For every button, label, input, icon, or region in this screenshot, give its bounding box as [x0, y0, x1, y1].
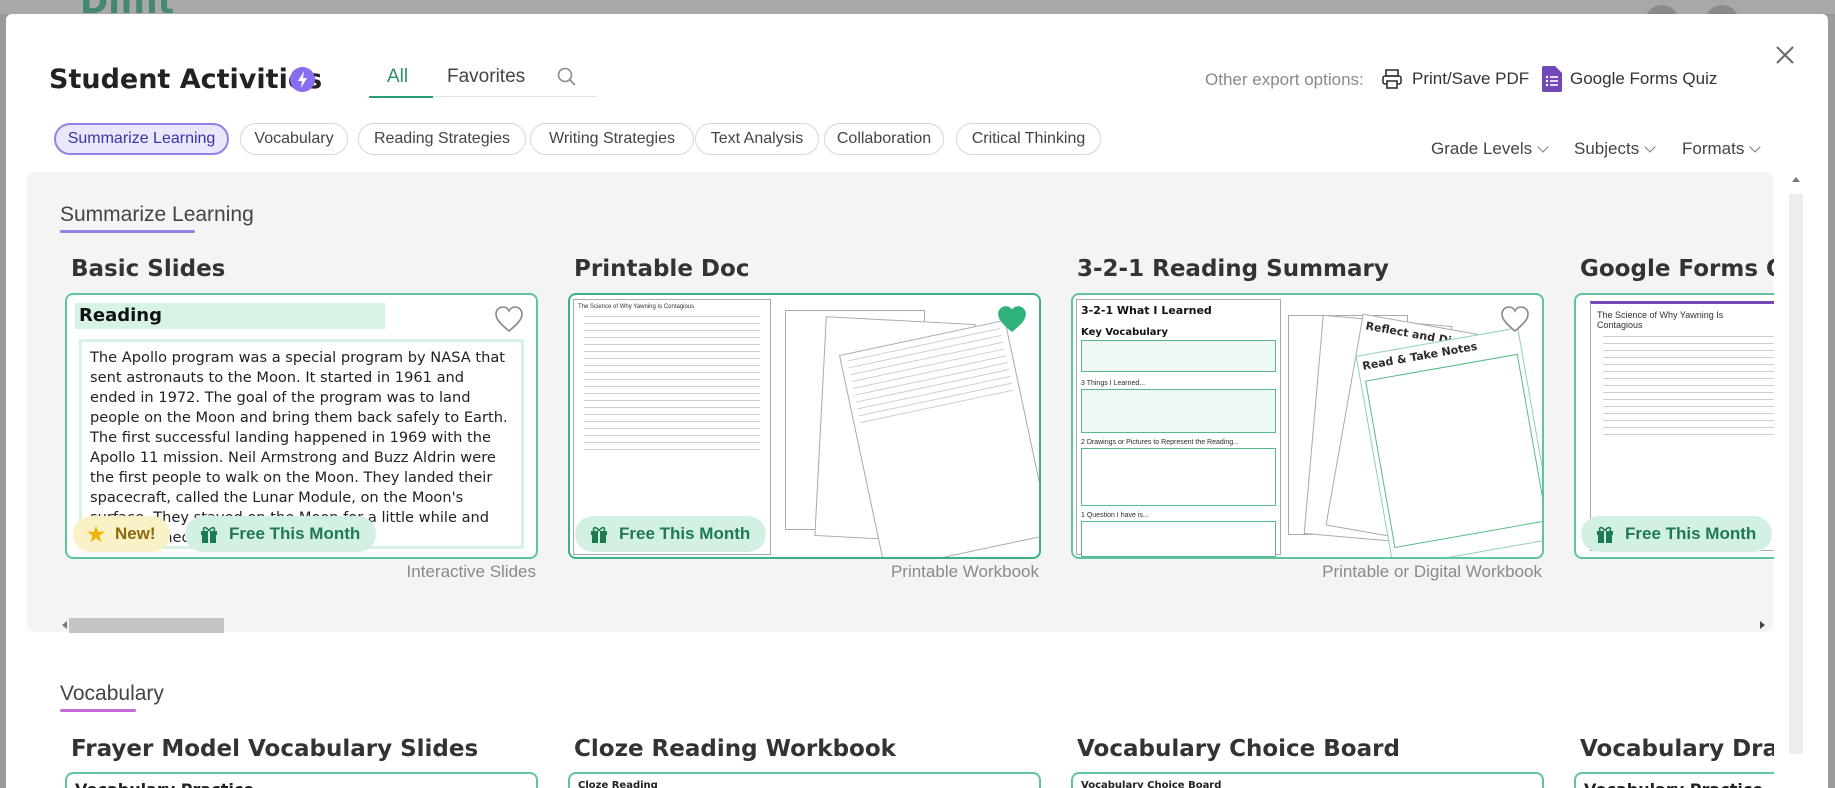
lightning-bolt-icon [290, 67, 315, 92]
activity-card-google-forms-quiz[interactable]: The Science of Why Yawning Is Contagious… [1574, 293, 1774, 559]
activity-card-cloze-reading[interactable]: Cloze Reading [568, 772, 1041, 788]
preview-heading: Cloze Reading [578, 780, 658, 788]
card-title-3-2-1-reading-summary: 3-2-1 Reading Summary [1077, 256, 1389, 282]
card-title-printable-doc: Printable Doc [574, 256, 750, 282]
card-title-cloze-reading: Cloze Reading Workbook [574, 736, 896, 762]
google-forms-icon [1542, 66, 1562, 92]
activity-card-vocabulary-drag[interactable]: Vocabulary Practice [1574, 772, 1774, 788]
preview-row-3: 1 Question I have is... [1081, 512, 1149, 519]
preview-subheading: Key Vocabulary [1081, 327, 1168, 338]
export-options-label: Other export options: [1205, 70, 1364, 89]
forms-preview-title: The Science of Why Yawning Is Contagious [1597, 310, 1724, 330]
free-badge-label: Free This Month [1625, 524, 1757, 543]
doc-preview-title: The Science of Why Yawning Is Contagious [578, 304, 695, 310]
heart-icon[interactable] [494, 305, 524, 333]
preview-row-1: 3 Things I Learned... [1081, 380, 1146, 387]
preview-row-2: 2 Drawings or Pictures to Represent the … [1081, 439, 1239, 446]
tab-favorites[interactable]: Favorites [447, 66, 525, 88]
card-format-printable-or-digital: Printable or Digital Workbook [1322, 562, 1542, 581]
chip-vocabulary[interactable]: Vocabulary [240, 123, 348, 155]
chip-critical-thinking[interactable]: Critical Thinking [956, 123, 1101, 155]
scroll-right-icon[interactable] [1758, 620, 1766, 630]
heart-icon[interactable] [1500, 305, 1530, 333]
preview-box [1081, 448, 1276, 506]
free-badge-label: Free This Month [619, 524, 751, 543]
chip-reading-strategies[interactable]: Reading Strategies [358, 123, 526, 155]
activity-card-basic-slides[interactable]: Reading The Apollo program was a special… [65, 293, 538, 559]
activity-card-3-2-1-reading-summary[interactable]: 3-2-1 What I Learned Key Vocabulary 3 Th… [1071, 293, 1544, 559]
slide-preview-heading: Reading [75, 303, 385, 329]
activity-card-printable-doc[interactable]: The Science of Why Yawning Is Contagious… [568, 293, 1041, 559]
preview-heading: 3-2-1 What I Learned [1081, 304, 1212, 317]
active-tab-indicator [369, 96, 433, 98]
chevron-down-icon [1749, 140, 1762, 153]
gift-icon [201, 526, 217, 543]
section-underline [60, 230, 195, 233]
free-this-month-badge: Free This Month [1581, 516, 1773, 552]
subjects-label: Subjects [1574, 139, 1640, 158]
free-badge-label: Free This Month [229, 524, 361, 543]
card-clip: Vocabulary Practice [1574, 772, 1774, 788]
preview-heading: Vocabulary Choice Board [1081, 780, 1222, 788]
tab-all[interactable]: All [387, 66, 408, 88]
preview-heading: Vocabulary Practice [1584, 780, 1763, 788]
new-badge-label: New! [114, 524, 156, 543]
card-format-printable-workbook: Printable Workbook [890, 562, 1039, 581]
card-format-interactive-slides: Interactive Slides [406, 562, 536, 581]
google-forms-quiz-label: Google Forms Quiz [1570, 69, 1718, 88]
star-icon: ★ [87, 523, 105, 546]
chevron-down-icon [1537, 140, 1549, 153]
card-clip: The Science of Why Yawning Is Contagious… [1574, 293, 1774, 563]
preview-heading: Vocabulary Practice [75, 780, 254, 788]
background-app-header [0, 0, 1835, 14]
card-title-vocabulary-choice-board: Vocabulary Choice Board [1077, 736, 1400, 762]
modal-title: Student Activities [49, 64, 323, 95]
search-icon[interactable] [555, 65, 579, 89]
chip-summarize-learning[interactable]: Summarize Learning [54, 123, 229, 155]
scroll-up-icon[interactable] [1791, 176, 1801, 184]
doc-preview-page: 3-2-1 What I Learned Key Vocabulary 3 Th… [1076, 299, 1281, 557]
free-this-month-badge: Free This Month [575, 516, 767, 552]
grade-levels-dropdown[interactable]: Grade Levels [1431, 139, 1549, 159]
vertical-scroll-thumb[interactable] [1789, 194, 1803, 754]
formats-label: Formats [1682, 139, 1745, 158]
new-badge: ★ New! [73, 516, 170, 552]
close-icon[interactable] [1770, 40, 1800, 70]
section-underline [60, 709, 136, 712]
grade-levels-label: Grade Levels [1431, 139, 1533, 158]
scroll-left-icon[interactable] [61, 620, 69, 630]
preview-box [1081, 521, 1276, 557]
chevron-down-icon [1644, 140, 1656, 153]
card-title-basic-slides: Basic Slides [71, 256, 226, 282]
section-title-summarize-learning: Summarize Learning [60, 203, 254, 226]
free-this-month-badge: Free This Month [185, 516, 377, 552]
card-title-frayer-model: Frayer Model Vocabulary Slides [71, 736, 479, 762]
card-title-google-forms-quiz: Google Forms Quiz [1580, 256, 1774, 282]
activity-card-vocabulary-choice-board[interactable]: Vocabulary Choice Board [1071, 772, 1544, 788]
chip-writing-strategies[interactable]: Writing Strategies [530, 123, 694, 155]
gift-icon [1597, 526, 1613, 543]
printer-icon [1382, 69, 1402, 89]
forms-preview-page: The Science of Why Yawning Is Contagious [1590, 301, 1774, 551]
vertical-scrollbar[interactable] [1787, 172, 1805, 788]
activity-card-frayer-model[interactable]: Vocabulary Practice [65, 772, 538, 788]
card-title-vocabulary-drag: Vocabulary Drag [1580, 736, 1774, 762]
horizontal-scroll-thumb[interactable] [69, 618, 224, 633]
horizontal-scrollbar[interactable] [61, 616, 1766, 633]
chip-collaboration[interactable]: Collaboration [824, 123, 944, 155]
google-forms-quiz-button[interactable]: Google Forms Quiz [1542, 64, 1717, 94]
section-title-vocabulary: Vocabulary [60, 682, 164, 705]
gift-icon [591, 526, 607, 543]
preview-box [1365, 353, 1542, 549]
heart-icon-filled[interactable] [997, 305, 1027, 333]
print-save-pdf-button[interactable]: Print/Save PDF [1380, 64, 1529, 94]
chip-text-analysis[interactable]: Text Analysis [695, 123, 819, 155]
preview-vocab-table [1081, 340, 1276, 372]
print-save-pdf-label: Print/Save PDF [1412, 69, 1530, 88]
preview-box [1081, 389, 1276, 433]
formats-dropdown[interactable]: Formats [1682, 139, 1762, 159]
subjects-dropdown[interactable]: Subjects [1574, 139, 1656, 159]
